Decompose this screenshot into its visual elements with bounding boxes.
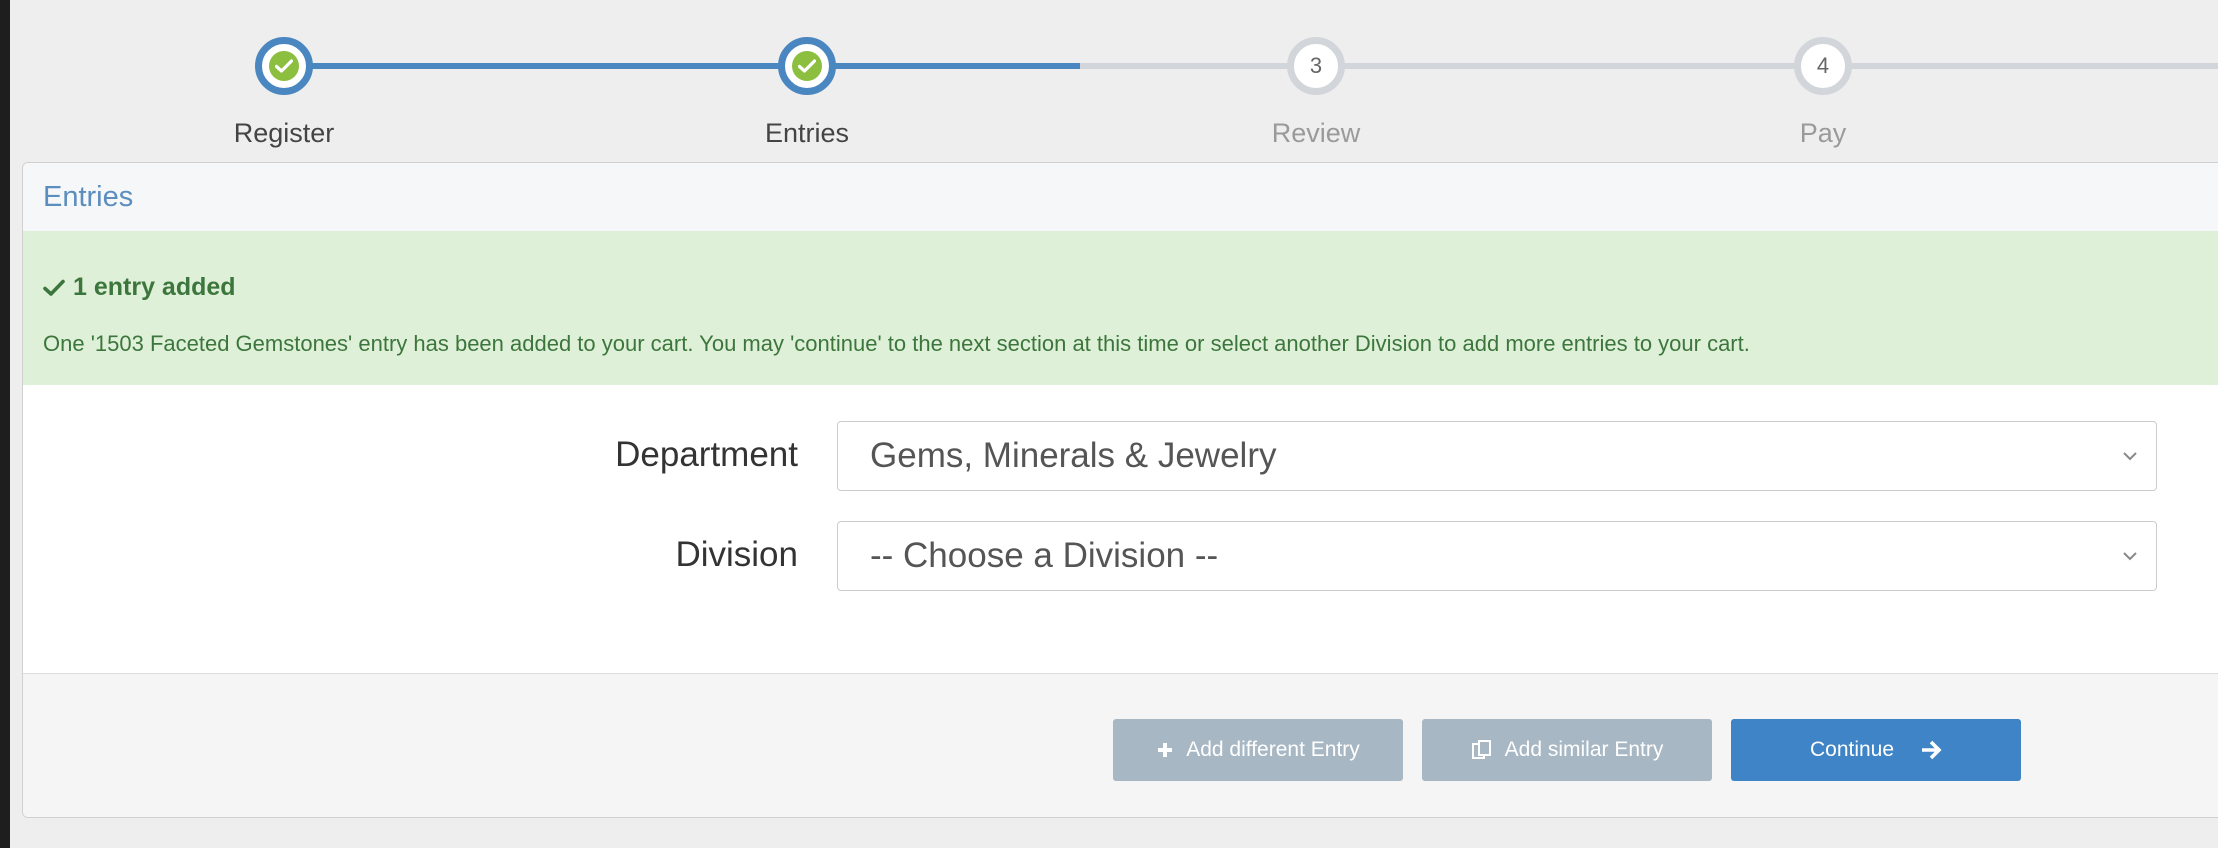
panel-header: Entries <box>23 163 2218 232</box>
check-icon <box>43 279 65 296</box>
department-label: Department <box>615 435 798 474</box>
step-3-circle: 3 <box>1287 37 1345 95</box>
success-alert: 1 entry added One '1503 Faceted Gemstone… <box>23 231 2218 386</box>
check-icon <box>792 51 822 81</box>
department-select-value: Gems, Minerals & Jewelry <box>870 436 1277 475</box>
add-different-entry-button[interactable]: Add different Entry <box>1113 719 1403 781</box>
entry-form: Department Gems, Minerals & Jewelry Divi… <box>23 385 2218 673</box>
plus-icon <box>1156 741 1174 759</box>
department-select[interactable]: Gems, Minerals & Jewelry <box>837 421 2157 491</box>
step-4-number: 4 <box>1816 53 1830 78</box>
arrow-right-icon <box>1920 739 1942 761</box>
add-similar-entry-label: Add similar Entry <box>1504 738 1664 761</box>
add-different-entry-label: Add different Entry <box>1186 738 1360 761</box>
step-2-label: Entries <box>764 118 850 148</box>
panel-title: Entries <box>43 180 134 213</box>
step-1-label: Register <box>233 118 335 148</box>
step-1-circle <box>255 37 313 95</box>
alert-title: 1 entry added <box>43 273 236 302</box>
step-3-label: Review <box>1271 118 1361 148</box>
chevron-down-icon <box>2123 552 2137 561</box>
continue-button[interactable]: Continue <box>1731 719 2021 781</box>
copy-icon <box>1471 739 1493 761</box>
step-2-circle <box>778 37 836 95</box>
page: 3 4 Register Entries Review Pay Entries … <box>10 0 2218 848</box>
step-line-completed <box>280 63 1080 69</box>
panel-footer: Add different Entry Add similar Entry Co… <box>23 673 2218 817</box>
division-select[interactable]: -- Choose a Division -- <box>837 521 2157 591</box>
step-line-pending <box>1080 63 2218 69</box>
chevron-down-icon <box>2123 452 2137 461</box>
step-4-circle: 4 <box>1794 37 1852 95</box>
add-similar-entry-button[interactable]: Add similar Entry <box>1422 719 1712 781</box>
step-4-label: Pay <box>1799 118 1847 148</box>
entries-panel: Entries 1 entry added One '1503 Faceted … <box>22 162 2218 818</box>
continue-label: Continue <box>1809 738 1895 761</box>
division-select-value: -- Choose a Division -- <box>870 536 1219 575</box>
division-label: Division <box>675 535 798 574</box>
alert-title-text: 1 entry added <box>73 273 236 301</box>
alert-message: One '1503 Faceted Gemstones' entry has b… <box>43 331 1750 356</box>
check-icon <box>269 51 299 81</box>
step-3-number: 3 <box>1309 53 1323 78</box>
